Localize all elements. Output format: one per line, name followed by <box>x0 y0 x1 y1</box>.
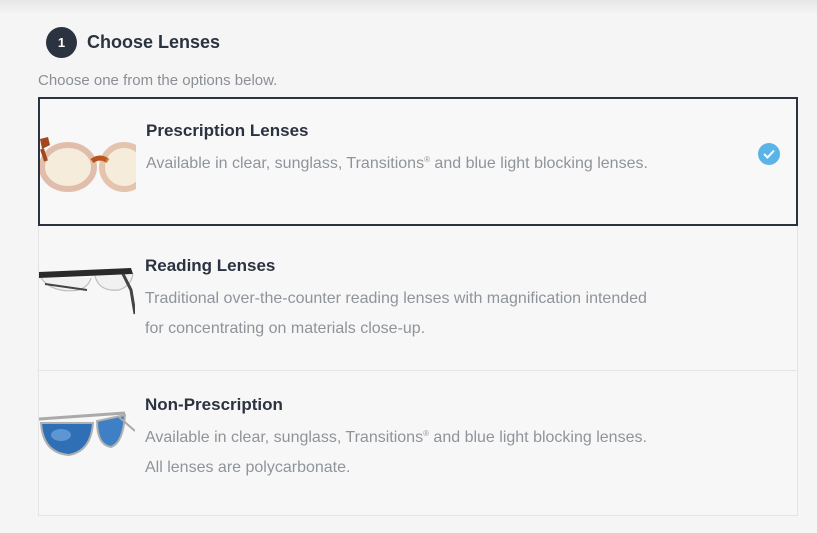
instructions-text: Choose one from the options below. <box>38 72 278 89</box>
option-reading-lenses[interactable]: Reading Lenses Traditional over-the-coun… <box>38 226 798 371</box>
desc-line: Traditional over-the-counter reading len… <box>145 290 647 307</box>
checkmark-icon <box>758 143 780 165</box>
desc-text: Available in clear, sunglass, Transition… <box>146 155 425 172</box>
option-description: Traditional over-the-counter reading len… <box>145 284 737 344</box>
desc-line: All lenses are polycarbonate. <box>145 459 351 476</box>
option-text: Reading Lenses Traditional over-the-coun… <box>145 256 737 344</box>
step-header: 1 Choose Lenses <box>46 26 221 58</box>
desc-text: and blue light blocking lenses. <box>429 155 648 172</box>
lens-options-list: Prescription Lenses Available in clear, … <box>38 97 798 516</box>
option-text: Non-Prescription Available in clear, sun… <box>145 395 737 483</box>
tortoise-round-glasses-image <box>39 127 149 197</box>
option-prescription-lenses[interactable]: Prescription Lenses Available in clear, … <box>38 97 798 226</box>
desc-line: Available in clear, sunglass, Transition… <box>145 423 737 453</box>
step-title: Choose Lenses <box>87 31 221 52</box>
option-title: Reading Lenses <box>145 256 276 275</box>
option-text: Prescription Lenses Available in clear, … <box>146 121 736 179</box>
option-description: Available in clear, sunglass, Transition… <box>145 423 737 483</box>
registered-mark: ® <box>424 155 430 164</box>
desc-line: for concentrating on materials close-up. <box>145 320 426 337</box>
registered-mark: ® <box>423 429 429 438</box>
desc-text: Available in clear, sunglass, Transition… <box>145 429 424 446</box>
option-non-prescription[interactable]: Non-Prescription Available in clear, sun… <box>38 371 798 516</box>
top-bar <box>0 0 817 14</box>
option-title: Prescription Lenses <box>146 121 309 140</box>
desc-text: and blue light blocking lenses. <box>428 429 647 446</box>
option-title: Non-Prescription <box>145 395 283 414</box>
black-half-rim-glasses-image <box>39 260 137 330</box>
option-description: Available in clear, sunglass, Transition… <box>146 149 736 179</box>
blue-aviator-sunglasses-image <box>38 401 136 471</box>
step-number-badge: 1 <box>46 26 77 58</box>
